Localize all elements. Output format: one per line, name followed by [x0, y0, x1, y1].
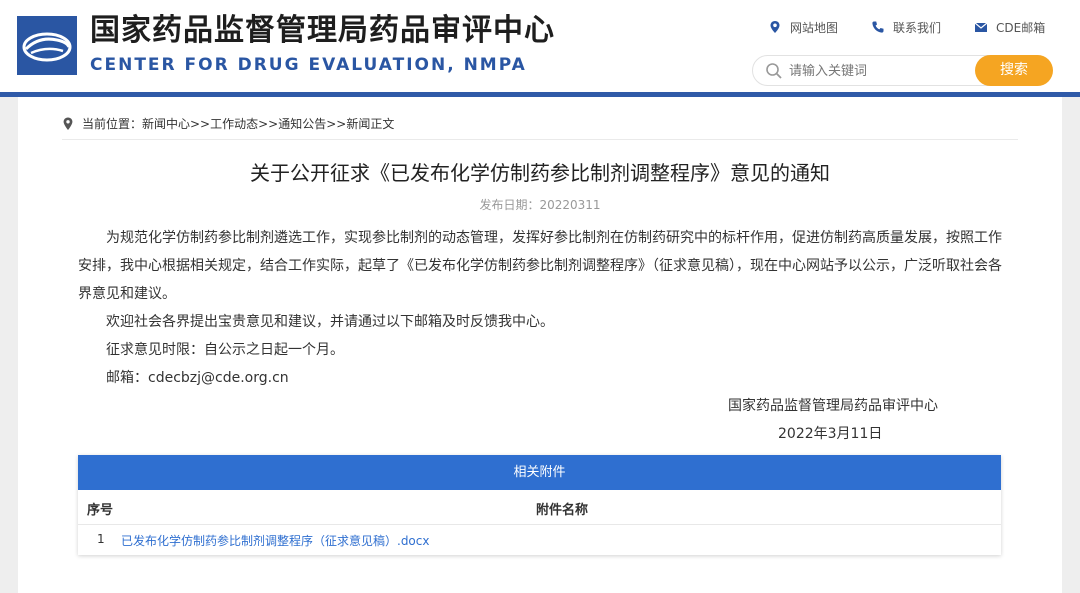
attachments-column-headers: 序号 附件名称	[78, 490, 1001, 525]
signature-organization: 国家药品监督管理局药品审评中心	[728, 398, 938, 414]
article-paragraph-1: 为规范化学仿制药参比制剂遴选工作，实现参比制剂的动态管理，发挥好参比制剂在仿制药…	[78, 230, 1002, 302]
table-row: 1 已发布化学仿制药参比制剂调整程序（征求意见稿）.docx	[78, 525, 1001, 555]
breadcrumb-divider	[62, 139, 1018, 140]
sitemap-link[interactable]: 网站地图	[768, 18, 838, 36]
column-header-number: 序号	[87, 503, 114, 518]
search-button[interactable]: 搜索	[975, 55, 1053, 86]
publish-date: 发布日期：20220311	[479, 198, 601, 212]
article-title: 关于公开征求《已发布化学仿制药参比制剂调整程序》意见的通知	[250, 161, 830, 185]
search-input[interactable]	[789, 60, 969, 82]
article-paragraph-2: 欢迎社会各界提出宝贵意见和建议，并请通过以下邮箱及时反馈我中心。	[106, 314, 554, 330]
location-pin-icon	[63, 117, 73, 130]
site-logo[interactable]	[17, 16, 77, 75]
contact-label: 联系我们	[893, 20, 942, 35]
cde-mail-label: CDE邮箱	[996, 20, 1046, 35]
envelope-icon	[974, 22, 988, 32]
article-paragraph-email: 邮箱：cdecbzj@cde.org.cn	[106, 370, 289, 386]
article-container: 当前位置：新闻中心>>工作动态>>通知公告>>新闻正文 关于公开征求《已发布化学…	[18, 97, 1062, 593]
attachments-header: 相关附件	[78, 455, 1001, 490]
breadcrumb: 当前位置：新闻中心>>工作动态>>通知公告>>新闻正文	[62, 115, 394, 132]
site-title-cn: 国家药品监督管理局药品审评中心	[90, 13, 555, 48]
site-title-en: CENTER FOR DRUG EVALUATION, NMPA	[90, 55, 527, 75]
location-pin-icon	[770, 21, 780, 33]
breadcrumb-text[interactable]: 当前位置：新闻中心>>工作动态>>通知公告>>新闻正文	[82, 115, 394, 132]
attachments-table: 相关附件 序号 附件名称 1 已发布化学仿制药参比制剂调整程序（征求意见稿）.d…	[78, 455, 1001, 555]
phone-icon	[872, 21, 884, 33]
article-paragraph-3: 征求意见时限：自公示之日起一个月。	[106, 342, 344, 358]
signature-date: 2022年3月11日	[778, 426, 883, 442]
site-header: 国家药品监督管理局药品审评中心 CENTER FOR DRUG EVALUATI…	[0, 0, 1080, 92]
search-box: 搜索	[752, 55, 1053, 86]
cde-mail-link[interactable]: CDE邮箱	[974, 18, 1045, 36]
search-icon	[766, 63, 782, 79]
column-header-name: 附件名称	[536, 503, 589, 518]
contact-link[interactable]: 联系我们	[871, 18, 941, 36]
sitemap-label: 网站地图	[790, 20, 839, 35]
attachment-download-link[interactable]: 已发布化学仿制药参比制剂调整程序（征求意见稿）.docx	[121, 532, 429, 549]
logo-emblem-icon	[22, 32, 72, 62]
attachment-number: 1	[97, 532, 105, 546]
